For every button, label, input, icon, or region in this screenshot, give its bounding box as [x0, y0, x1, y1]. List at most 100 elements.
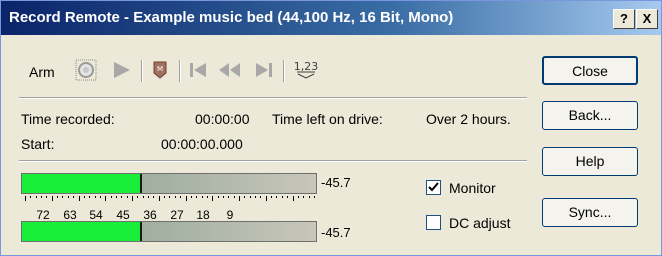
record-icon [75, 59, 97, 81]
time-recorded-label: Time recorded: [21, 111, 115, 127]
window-title: Record Remote - Example music bed (44,10… [9, 9, 454, 26]
scale-label: 72 [36, 208, 50, 222]
scale-tick [83, 196, 85, 198]
divider [19, 160, 527, 162]
back-button[interactable]: Back... [542, 101, 638, 130]
scale-label: 9 [226, 208, 234, 222]
scale-tick [99, 196, 101, 198]
scale-tick [121, 196, 123, 198]
scale-tick [217, 196, 219, 198]
divider [19, 97, 527, 99]
marker-button[interactable]: M [147, 58, 173, 82]
scale-tick [46, 196, 48, 198]
toolbar-separator [179, 60, 181, 82]
scale-tick [276, 196, 278, 198]
go-to-end-button[interactable] [251, 58, 277, 82]
go-to-start-button[interactable] [185, 58, 211, 82]
scale-tick [174, 196, 176, 198]
start-value: 00:00:00.000 [161, 136, 243, 152]
scale-tick [142, 196, 144, 198]
level-meter-bottom [21, 221, 317, 242]
meter-fill [22, 174, 140, 193]
svg-text:M: M [157, 65, 163, 73]
scale-tick [271, 196, 273, 198]
monitor-label[interactable]: Monitor [449, 180, 496, 196]
scale-tick [35, 196, 37, 198]
close-title-button[interactable]: X [636, 9, 658, 29]
meter-peak-marker [140, 222, 142, 241]
record-remote-dialog: Record Remote - Example music bed (44,10… [0, 0, 662, 256]
scale-tick [57, 196, 59, 198]
scale-tick [180, 196, 182, 198]
scale-label: 36 [143, 208, 157, 222]
scale-tick [41, 196, 43, 198]
scale-tick [148, 196, 150, 198]
scale-tick [222, 196, 224, 198]
scale-tick [73, 196, 75, 198]
arm-label: Arm [29, 64, 55, 80]
monitor-checkbox[interactable] [426, 180, 441, 195]
time-recorded-value: 00:00:00 [195, 111, 250, 127]
meter-fill [22, 222, 140, 241]
scale-tick [313, 196, 315, 198]
skip-forward-icon [256, 63, 272, 77]
toolbar-separator [141, 60, 143, 82]
scale-label: 63 [63, 208, 77, 222]
marker-icon: M [153, 61, 167, 79]
scale-tick [94, 196, 96, 198]
scale-tick [281, 196, 283, 198]
scale-tick [164, 196, 166, 198]
title-bar: Record Remote - Example music bed (44,10… [1, 1, 661, 35]
skip-back-icon [190, 63, 206, 77]
svg-text:1,23: 1,23 [294, 60, 319, 73]
dc-adjust-checkbox[interactable] [426, 215, 441, 230]
scale-tick [292, 196, 294, 201]
help-title-button[interactable]: ? [613, 9, 635, 29]
scale-tick [137, 196, 139, 198]
scale-tick [110, 196, 112, 198]
scale-tick [190, 196, 192, 198]
scale-tick [126, 196, 128, 198]
scale-label: 45 [116, 208, 130, 222]
counter-button[interactable]: 1,23 [291, 58, 321, 82]
scale-label: 27 [170, 208, 184, 222]
play-icon [114, 62, 130, 78]
scale-tick [51, 196, 53, 201]
scale-tick [196, 196, 198, 198]
toolbar-separator [283, 60, 285, 82]
play-button[interactable] [109, 58, 135, 82]
scale-tick [30, 196, 32, 198]
scale-tick [115, 196, 117, 198]
help-button[interactable]: Help [542, 147, 638, 176]
rewind-button[interactable] [217, 58, 243, 82]
scale-tick [132, 196, 133, 201]
scale-tick [308, 196, 310, 198]
scale-tick [297, 196, 299, 198]
level-meter-top-value: -45.7 [321, 175, 351, 190]
scale-tick [67, 196, 69, 198]
scale-tick [265, 196, 267, 201]
meter-peak-marker [140, 174, 142, 193]
scale-tick [255, 196, 257, 198]
scale-tick [233, 196, 235, 198]
scale-tick [62, 196, 64, 198]
counter-icon: 1,23 [294, 60, 319, 79]
scale-tick [239, 196, 240, 201]
dc-adjust-label[interactable]: DC adjust [449, 215, 510, 231]
scale-tick [249, 196, 251, 198]
scale-tick [158, 196, 160, 201]
time-left-value: Over 2 hours. [426, 111, 511, 127]
sync-button[interactable]: Sync... [542, 198, 638, 227]
rewind-icon [219, 63, 240, 77]
time-left-label: Time left on drive: [272, 111, 383, 127]
scale-tick [78, 196, 80, 201]
scale-tick [228, 196, 230, 198]
scale-tick [25, 196, 26, 201]
scale-tick [185, 196, 187, 201]
scale-label: 18 [196, 208, 210, 222]
arm-record-button[interactable] [73, 58, 99, 82]
scale-tick [206, 196, 208, 198]
scale-tick [89, 196, 91, 198]
level-meter-top [21, 173, 317, 194]
close-button[interactable]: Close [542, 56, 638, 85]
